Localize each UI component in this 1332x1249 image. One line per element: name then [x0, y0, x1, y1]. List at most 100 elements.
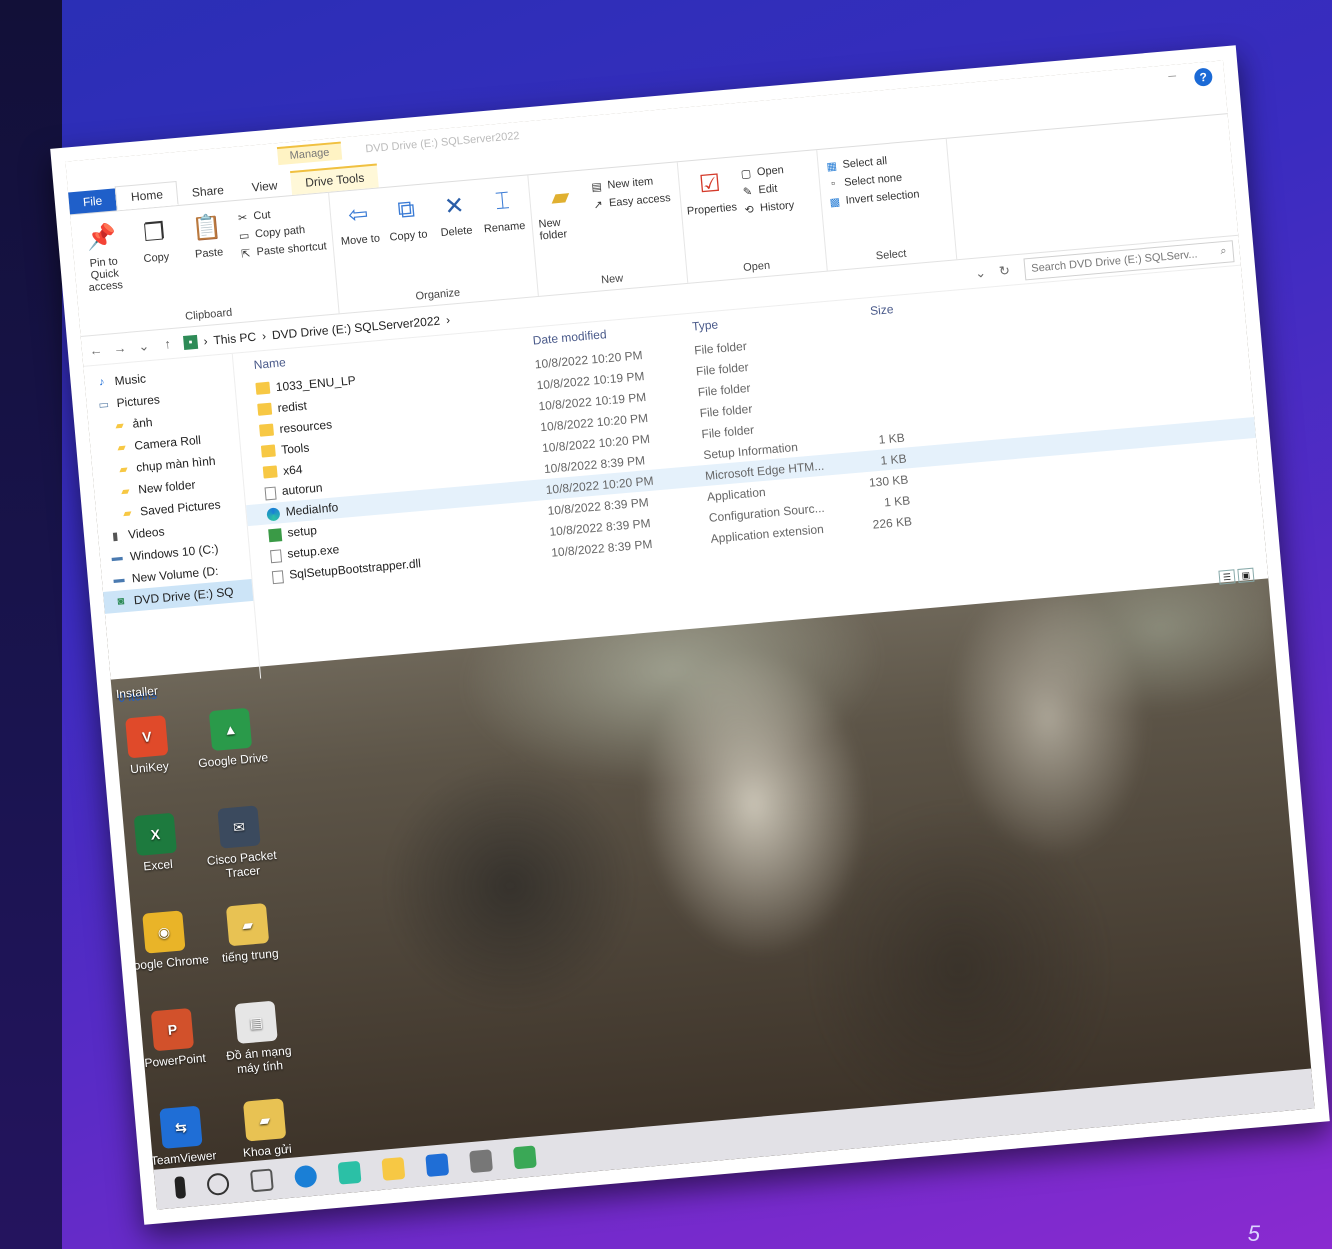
- minimize-button[interactable]: –: [1168, 67, 1177, 84]
- desktop-icon-label: Google Drive: [197, 750, 269, 771]
- desktop-app-icon: ▤: [234, 1000, 278, 1044]
- photo-frame: Manage DVD Drive (E:) SQLServer2022 – ? …: [50, 45, 1330, 1225]
- tab-file[interactable]: File: [68, 188, 118, 215]
- new-item-button[interactable]: ▤ New item: [589, 173, 670, 194]
- desktop-shortcut[interactable]: V UniKey: [102, 713, 193, 778]
- history-button[interactable]: ⟲ History: [742, 198, 795, 216]
- file-name: Tools: [280, 440, 310, 457]
- rename-icon: ⌶: [494, 187, 511, 216]
- rename-label: Rename: [483, 219, 526, 236]
- desktop-shortcut[interactable]: ✉ Cisco Packet Tracer: [194, 803, 286, 882]
- organize-group: ⇦ Move to ⧉ Copy to ✕ Delete ⌶ Rename Organi…: [329, 175, 539, 314]
- select-group: ▦ Select all ▫ Select none ▩ Invert selecti…: [817, 138, 958, 271]
- file-size: [827, 374, 907, 381]
- manage-context-tab[interactable]: Manage: [276, 141, 343, 166]
- start-icon[interactable]: [174, 1176, 187, 1199]
- desktop-app-icon: ▲: [208, 707, 253, 752]
- copy-path-icon: ▭: [238, 229, 250, 243]
- move-to-label: Move to: [340, 232, 381, 248]
- store-taskbar-icon[interactable]: [337, 1160, 362, 1185]
- desktop-icon-label: Excel: [142, 856, 174, 874]
- nav-item-label: Camera Roll: [133, 432, 202, 453]
- search-taskbar-icon[interactable]: [206, 1172, 230, 1197]
- monitor-screen: Manage DVD Drive (E:) SQLServer2022 – ? …: [65, 60, 1315, 1210]
- task-view-icon[interactable]: [249, 1168, 274, 1193]
- setup-icon: [268, 527, 283, 542]
- edit-button[interactable]: ✎ Edit: [740, 180, 793, 198]
- desktop-app-icon: V: [125, 715, 169, 759]
- file-name: MediaInfo: [285, 500, 339, 520]
- doc-icon: [271, 569, 284, 584]
- file-name: setup.exe: [286, 542, 340, 562]
- open-button[interactable]: ▢ Open: [738, 162, 791, 180]
- open-group: ☑ Properties ▢ Open ✎ Edit ⟲ History Open: [677, 150, 828, 283]
- folder-icon: [259, 423, 275, 438]
- desktop-app-icon: X: [133, 812, 178, 857]
- new-folder-icon: ▰: [549, 182, 571, 211]
- drive-icon: ▬: [111, 551, 124, 565]
- edge-taskbar-icon[interactable]: [293, 1164, 318, 1189]
- desktop-shortcut[interactable]: ▤ Đồ án mạng máy tính: [212, 999, 304, 1078]
- desktop-icon-label: UniKey: [129, 758, 170, 777]
- pictures-icon: ▭: [97, 398, 110, 412]
- crumb-this-pc[interactable]: This PC: [213, 329, 257, 347]
- desktop-icon-label: Google Chrome: [123, 952, 210, 974]
- copy-icon: ❐: [142, 217, 167, 247]
- select-all-icon: ▦: [825, 159, 838, 173]
- large-icons-view-icon[interactable]: ▣: [1237, 567, 1255, 583]
- desktop-icon-label: tiếng trung: [221, 946, 280, 965]
- forward-icon[interactable]: →: [111, 340, 128, 356]
- back-icon[interactable]: ←: [87, 342, 104, 358]
- desktop-shortcut[interactable]: ▰ tiếng trung: [203, 901, 294, 966]
- up-icon[interactable]: ↑: [159, 336, 176, 352]
- file-size: [831, 415, 911, 422]
- easy-access-button[interactable]: ↗ Easy access: [591, 191, 672, 212]
- delete-icon: ✕: [443, 191, 466, 221]
- file-name: redist: [276, 398, 308, 415]
- doc-icon: [269, 548, 283, 563]
- properties-label: Properties: [686, 201, 738, 218]
- file-name: setup: [286, 523, 318, 540]
- invert-selection-button[interactable]: ▩ Invert selection: [827, 187, 920, 209]
- clipboard-group: 📌 Pin to Quick access ❐ Copy 📋 Paste ✂ Cu…: [70, 192, 340, 336]
- folder-icon: ▰: [114, 419, 125, 432]
- desktop-shortcut[interactable]: ⇆ TeamViewer: [136, 1104, 227, 1169]
- nav-item-label: Saved Pictures: [139, 497, 222, 519]
- paste-shortcut-button[interactable]: ⇱ Paste shortcut: [238, 239, 328, 261]
- explorer-taskbar-icon[interactable]: [381, 1156, 406, 1181]
- recent-chevron-icon[interactable]: ⌄: [135, 337, 152, 354]
- history-icon: ⟲: [744, 203, 755, 217]
- photos-taskbar-icon[interactable]: [512, 1145, 537, 1170]
- folder-icon: [255, 382, 271, 396]
- easy-access-icon: ↗: [593, 198, 604, 212]
- paste-shortcut-label: Paste shortcut: [256, 240, 328, 259]
- pin-icon: 📌: [85, 222, 118, 252]
- app-taskbar-icon[interactable]: [469, 1149, 493, 1174]
- help-button[interactable]: ?: [1193, 67, 1214, 87]
- dvd-icon: ◙: [117, 595, 125, 608]
- taskbar: [153, 1068, 1315, 1210]
- column-size[interactable]: Size: [821, 301, 902, 322]
- refresh-icon[interactable]: ↻: [996, 262, 1013, 279]
- desktop-shortcut[interactable]: ◉ Google Chrome: [119, 908, 210, 974]
- desktop-shortcut[interactable]: ▲ Google Drive: [186, 706, 277, 771]
- zalo-taskbar-icon[interactable]: [425, 1153, 450, 1177]
- search-placeholder: Search DVD Drive (E:) SQLServ...: [1030, 247, 1198, 275]
- desktop-shortcut[interactable]: P PowerPoint: [128, 1006, 219, 1071]
- nav-item-label: Music: [114, 371, 147, 389]
- scissors-icon: ✂: [237, 211, 248, 225]
- view-toggle: ☰ ▣: [1218, 567, 1255, 585]
- file-size: [826, 353, 906, 360]
- desktop-shortcut[interactable]: ▰ Khoa gửi: [220, 1096, 311, 1161]
- crumb-separator-icon: ›: [202, 333, 209, 348]
- easy-access-label: Easy access: [608, 192, 672, 210]
- file-name: resources: [278, 416, 333, 436]
- open-icon: ▢: [740, 167, 752, 181]
- address-dropdown-icon[interactable]: ⌄: [972, 264, 989, 281]
- details-view-icon[interactable]: ☰: [1218, 569, 1236, 585]
- desktop-shortcut[interactable]: X Excel: [111, 811, 202, 876]
- desktop-app-icon: ◉: [142, 910, 186, 954]
- copy-to-label: Copy to: [389, 228, 428, 244]
- paste-label: Paste: [194, 246, 224, 261]
- file-explorer-window: Manage DVD Drive (E:) SQLServer2022 – ? …: [65, 60, 1269, 705]
